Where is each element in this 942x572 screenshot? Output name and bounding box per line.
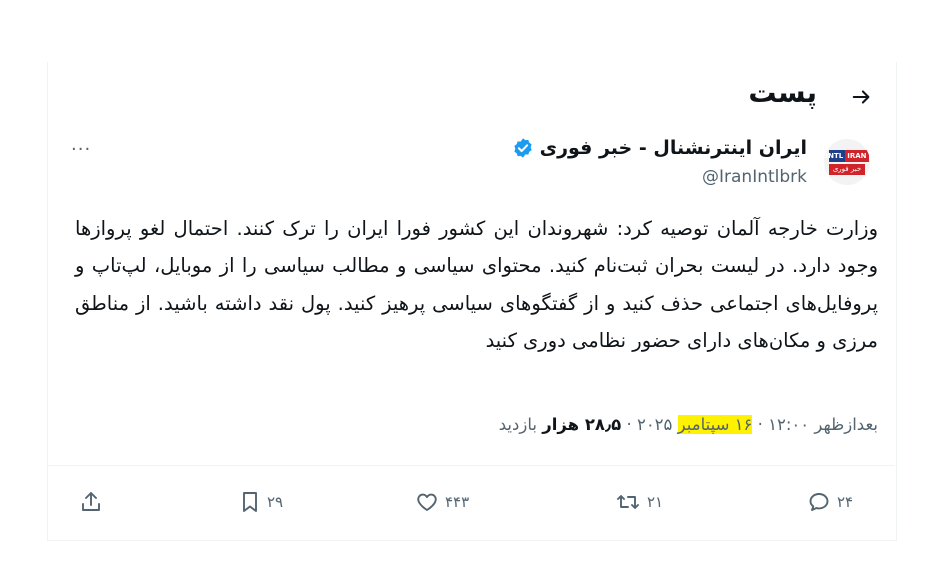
views-label: بازدید <box>498 415 543 434</box>
avatar-logo-top: INTL IRAN <box>825 149 869 162</box>
post-date-highlighted[interactable]: ۱۶ سپتامبر <box>677 415 753 434</box>
repost-button[interactable]: ۲۱ <box>615 486 663 518</box>
heart-icon <box>417 493 437 511</box>
bookmark-count: ۲۹ <box>267 493 284 511</box>
bookmark-icon <box>243 492 257 512</box>
back-button[interactable] <box>847 82 877 112</box>
page-title: پست <box>748 76 817 109</box>
reply-button[interactable]: ۲۴ <box>807 486 853 518</box>
share-icon <box>82 492 100 511</box>
repost-icon <box>617 495 639 509</box>
verified-badge-icon <box>512 137 534 159</box>
post-time[interactable]: بعدازظهر ۱۲:۰۰ <box>768 415 878 434</box>
arrow-right-icon <box>852 90 870 104</box>
post-text: وزارت خارجه آلمان توصیه کرد: شهروندان ای… <box>75 217 878 353</box>
repost-count: ۲۱ <box>647 493 664 511</box>
author-handle[interactable]: @IranIntlbrk <box>702 167 807 187</box>
views-count: ۲۸٫۵ هزار <box>542 415 622 434</box>
meta-separator: · <box>621 415 637 434</box>
reply-count: ۲۴ <box>837 493 854 511</box>
actions-bar: ۲۴ ۲۱ ۴۴۳ ۲۹ <box>47 478 895 526</box>
avatar-logo-bottom: خبر فوری <box>829 163 865 175</box>
avatar-logo-text-b: IRAN <box>845 149 869 162</box>
meta-separator: · <box>752 415 769 434</box>
author-name: ایران اینترنشنال - خبر فوری <box>539 137 807 159</box>
share-button[interactable] <box>79 486 103 518</box>
post-year[interactable]: ۲۰۲۵ <box>637 415 678 434</box>
more-icon: ··· <box>71 139 92 160</box>
more-options-button[interactable]: ··· <box>71 139 101 160</box>
author-name-link[interactable]: ایران اینترنشنال - خبر فوری <box>512 137 807 159</box>
like-button[interactable]: ۴۴۳ <box>415 486 469 518</box>
post-meta: بعدازظهر ۱۲:۰۰ · ۱۶ سپتامبر ۲۰۲۵ · ۲۸٫۵ … <box>499 415 878 434</box>
bookmark-button[interactable]: ۲۹ <box>239 486 283 518</box>
author-row: INTL IRAN خبر فوری ایران اینترنشنال - خب… <box>47 133 895 193</box>
avatar[interactable]: INTL IRAN خبر فوری <box>824 139 870 185</box>
header: پست <box>47 72 895 124</box>
divider <box>47 465 895 466</box>
reply-icon <box>809 493 829 511</box>
avatar-logo-text-a: INTL <box>825 151 844 160</box>
like-count: ۴۴۳ <box>445 493 470 511</box>
